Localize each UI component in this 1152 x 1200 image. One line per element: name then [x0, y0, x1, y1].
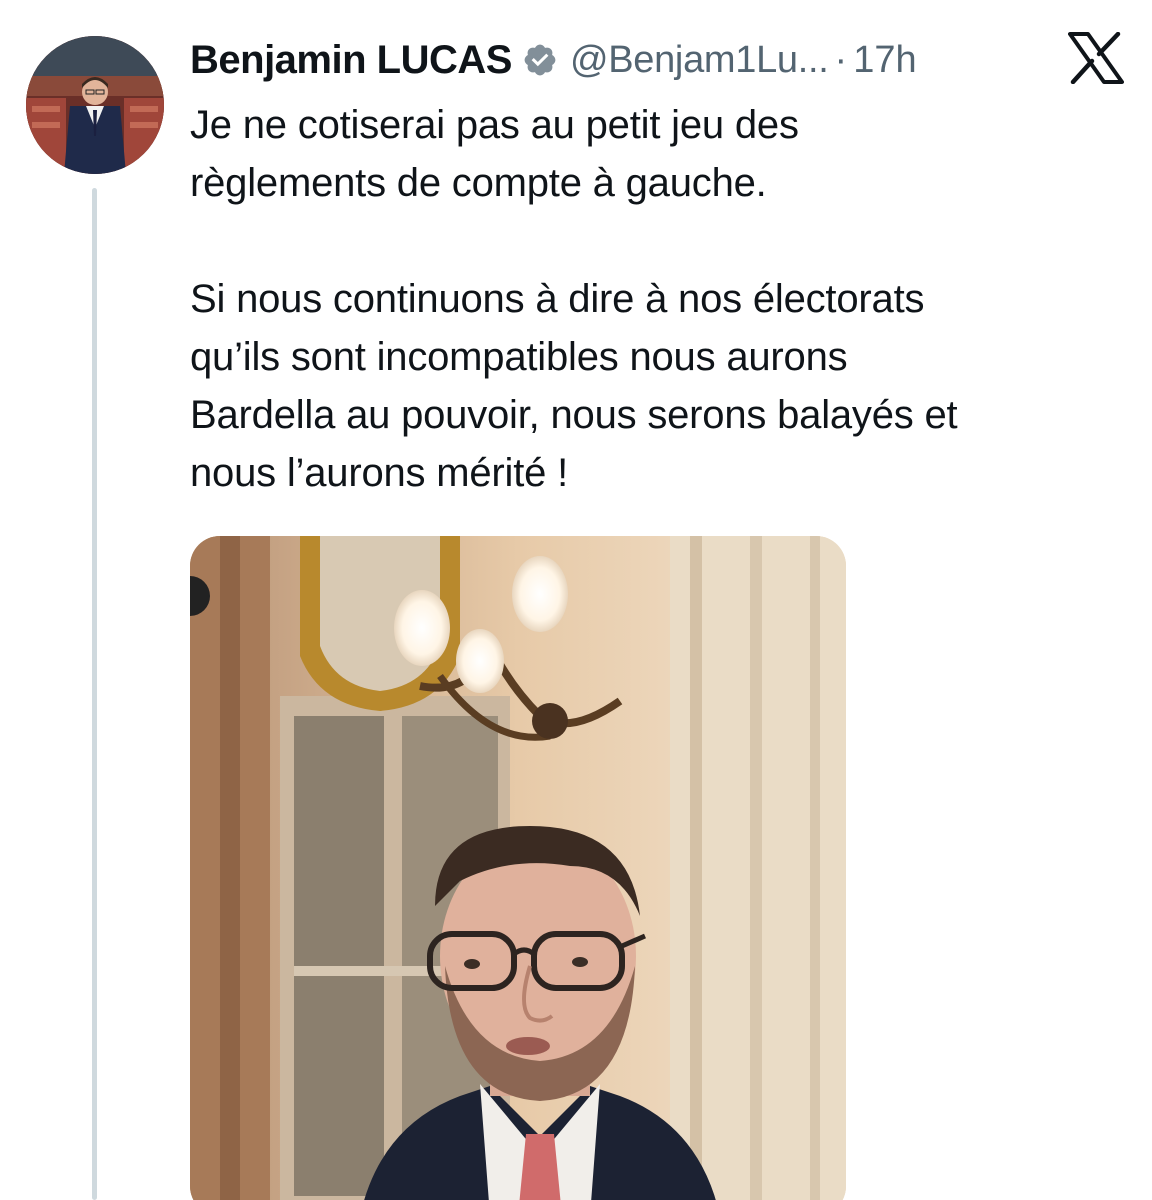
avatar-photo — [26, 36, 164, 174]
tweet-header: Benjamin LUCAS @Benjam1Lu... · 17h — [190, 34, 917, 86]
video-thumbnail — [190, 536, 846, 1200]
author-handle[interactable]: @Benjam1Lu... — [570, 39, 829, 82]
avatar[interactable] — [26, 36, 164, 174]
tweet-paragraph: Si nous continuons à dire à nos électora… — [190, 277, 958, 495]
tweet-paragraph: Je ne cotiserai pas au petit jeu des règ… — [190, 103, 799, 205]
tweet-text: Je ne cotiserai pas au petit jeu des règ… — [190, 96, 1120, 502]
tweet-timestamp[interactable]: 17h — [853, 39, 916, 82]
tweet-media-video[interactable] — [190, 536, 846, 1200]
thread-line — [92, 188, 97, 1200]
author-name[interactable]: Benjamin LUCAS — [190, 38, 512, 83]
verified-badge-icon — [522, 42, 558, 78]
x-logo-icon — [1068, 31, 1124, 85]
tweet-card[interactable]: Benjamin LUCAS @Benjam1Lu... · 17h Je ne… — [0, 0, 1152, 1200]
separator-dot: · — [834, 38, 848, 81]
